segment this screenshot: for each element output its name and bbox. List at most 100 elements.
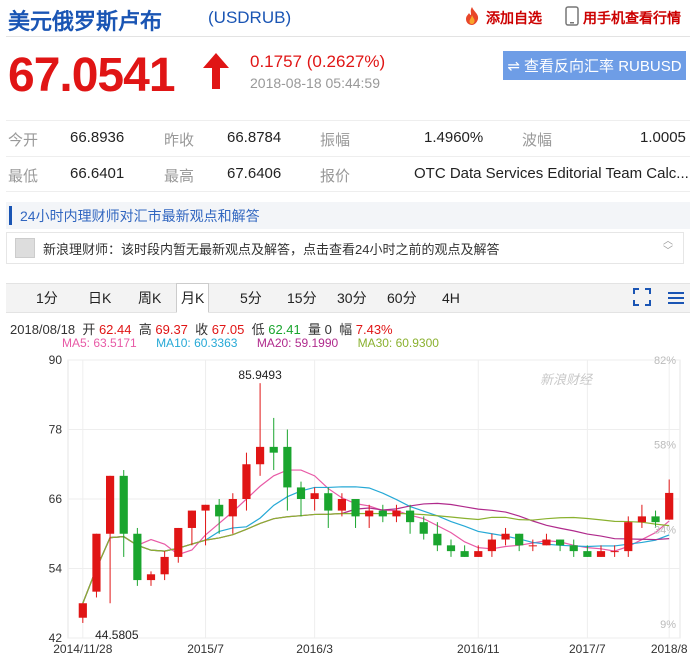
legend-open: 62.44	[98, 322, 132, 337]
tab-weekly[interactable]: 周K	[138, 284, 161, 313]
candle	[133, 527, 142, 586]
legend-high: 69.37	[155, 322, 188, 337]
add-favorite-button[interactable]: 添加自选	[462, 6, 542, 29]
phone-icon	[565, 6, 579, 29]
candle-body	[283, 446, 292, 488]
amplitude-value: 1.4960%	[424, 129, 484, 146]
candle	[610, 545, 619, 557]
candle-body	[310, 493, 319, 499]
candle	[460, 545, 469, 557]
candles	[78, 383, 674, 623]
reverse-rate-button[interactable]: ⇌ 查看反向汇率 RUBUSD	[503, 51, 686, 80]
tab-4h[interactable]: 4H	[442, 284, 460, 313]
x-tick-label: 2014/11/28	[53, 642, 112, 656]
tab-5min[interactable]: 5分	[240, 284, 262, 313]
header-divider	[6, 36, 690, 37]
tab-1min[interactable]: 1分	[36, 284, 58, 313]
candle	[92, 533, 101, 598]
candle	[78, 603, 87, 623]
candle	[569, 539, 578, 557]
mobile-view-button[interactable]: 用手机查看行情	[565, 6, 681, 29]
quote-source-value: OTC Data Services Editorial Team Calc...	[414, 165, 689, 182]
max-annotation: 85.9493	[238, 368, 282, 382]
candle	[187, 510, 196, 546]
tab-monthly[interactable]: 月K	[176, 283, 210, 313]
up-arrow-icon	[202, 53, 230, 94]
candle-body	[501, 533, 510, 540]
fullscreen-icon[interactable]	[633, 287, 651, 316]
candle	[310, 487, 319, 511]
candle-body	[119, 475, 128, 534]
candle-body	[256, 446, 265, 465]
high-value: 67.6406	[227, 165, 282, 182]
candle-body	[474, 551, 483, 557]
x-tick-label: 2017/7	[569, 642, 606, 656]
candle-body	[146, 574, 156, 581]
fire-icon	[462, 6, 482, 29]
ma30-line	[82, 512, 670, 604]
candle-body	[92, 533, 101, 592]
ma-lines	[82, 469, 670, 604]
candle	[296, 481, 306, 517]
candle-body	[610, 551, 619, 553]
low-label: 最低	[8, 168, 39, 185]
tab-daily[interactable]: 日K	[88, 284, 111, 313]
stats-row: 最低 66.6401 最高 67.6406 报价 OTC Data Servic…	[6, 156, 690, 192]
candle-body	[106, 475, 115, 534]
pct-tick-label: 34%	[654, 524, 676, 536]
tab-60min[interactable]: 60分	[387, 284, 417, 313]
candle	[215, 499, 224, 534]
candle	[406, 504, 415, 534]
volatility-label: 波幅	[522, 132, 553, 149]
legend-vol-label: 量	[308, 322, 322, 337]
stats-table: 今开 66.8936 昨收 66.8784 振幅 1.4960% 波幅 1.00…	[6, 120, 690, 192]
tab-15min[interactable]: 15分	[287, 284, 317, 313]
candle-body	[324, 493, 333, 511]
candle-body	[460, 551, 469, 557]
menu-icon[interactable]	[668, 287, 684, 316]
expert-heading[interactable]: 24小时内理财师对汇市最新观点和解答	[20, 206, 260, 226]
candle-body	[583, 551, 592, 557]
legend-vol: 0	[324, 322, 332, 337]
expert-message-box[interactable]: 新浪理财师：该时段内暂无最新观点及解答，点击查看24小时之前的观点及解答 ︿ ﹀	[6, 232, 684, 264]
candlestick-chart[interactable]: 907866544282%58%34%9%2014/11/28 2015/7 201…	[0, 348, 694, 669]
legend-open-label: 开	[82, 322, 96, 337]
current-price: 67.0541	[8, 49, 176, 102]
candle	[324, 487, 333, 528]
candle-body	[174, 527, 183, 557]
candle	[146, 571, 156, 586]
candle-body	[187, 510, 196, 528]
x-tick-label: 2015/7	[187, 642, 224, 656]
section-bar	[9, 206, 12, 225]
candle-body	[351, 499, 360, 517]
x-tick-label: 2016/3	[296, 642, 333, 656]
scroll-arrows-icon[interactable]: ︿ ﹀	[663, 237, 673, 257]
prev-close-label: 昨收	[164, 132, 195, 149]
candle-body	[651, 516, 660, 523]
candle-body	[515, 533, 524, 546]
tab-30min[interactable]: 30分	[337, 284, 367, 313]
candle-body	[406, 510, 415, 523]
candle-body	[637, 516, 646, 523]
open-value: 66.8936	[70, 129, 125, 146]
candle	[351, 499, 360, 528]
page-title: 美元俄罗斯卢布	[8, 9, 163, 34]
y-tick-label: 78	[49, 423, 63, 437]
pct-tick-label: 82%	[654, 355, 676, 367]
candle	[501, 527, 510, 546]
high-label: 最高	[164, 168, 195, 185]
candle	[665, 479, 674, 520]
ma10-line	[82, 486, 670, 604]
candle-body	[556, 539, 565, 546]
pct-tick-label: 58%	[654, 440, 676, 452]
y-tick-label: 90	[49, 353, 63, 367]
candle-body	[269, 446, 278, 453]
legend-low: 62.41	[268, 322, 301, 337]
candle-body	[365, 510, 374, 517]
candle-body	[78, 603, 87, 618]
watermark: 新浪财经	[540, 372, 594, 387]
candle-body	[446, 545, 456, 552]
amplitude-label: 振幅	[320, 132, 351, 149]
expert-message[interactable]: 新浪理财师：该时段内暂无最新观点及解答，点击查看24小时之前的观点及解答	[43, 239, 499, 258]
add-favorite-label: 添加自选	[486, 9, 542, 26]
